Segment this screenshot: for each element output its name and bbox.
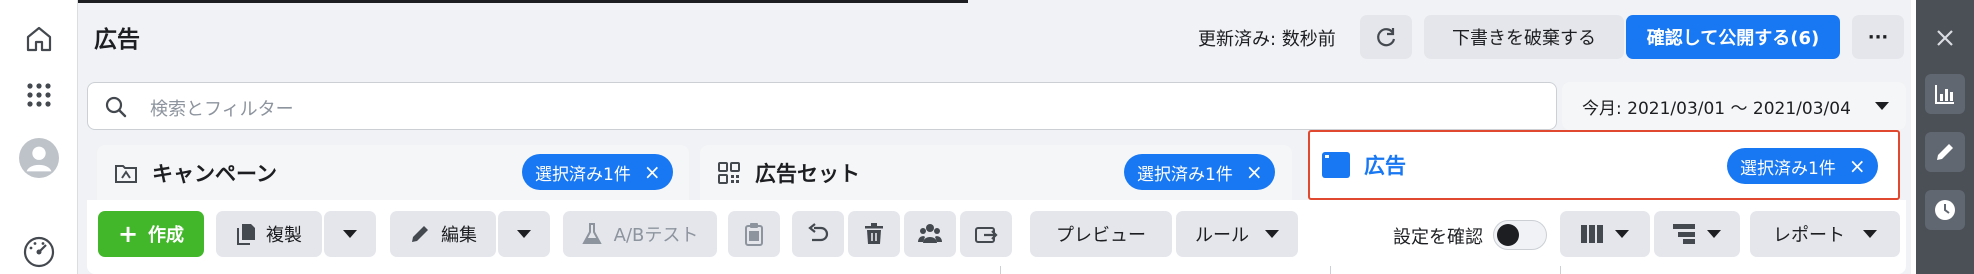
- create-label: 作成: [148, 225, 185, 246]
- chevron-down-icon: [1707, 230, 1721, 238]
- edit-dropdown-button[interactable]: [498, 211, 550, 257]
- share-export-icon: [975, 227, 998, 243]
- selection-badge[interactable]: 選択済み1件 ×: [1727, 148, 1878, 184]
- tab-label: 広告セット: [755, 161, 860, 186]
- review-and-publish-button[interactable]: 確認して公開する(6): [1626, 15, 1840, 59]
- selection-badge[interactable]: 選択済み1件 ×: [522, 154, 673, 190]
- duplicate-dropdown-button[interactable]: [324, 211, 376, 257]
- breakdown-icon: [1673, 224, 1695, 244]
- tab-campaigns[interactable]: キャンペーン 選択済み1件 ×: [97, 145, 689, 200]
- tab-label: 広告: [1364, 154, 1406, 178]
- paste-button[interactable]: [728, 211, 780, 257]
- ab-test-label: A/Bテスト: [613, 225, 699, 246]
- plus-icon: +: [117, 220, 139, 248]
- reports-button[interactable]: レポート: [1750, 211, 1900, 257]
- create-button[interactable]: + 作成: [98, 211, 204, 257]
- edit-button[interactable]: 編集: [390, 211, 496, 257]
- delete-button[interactable]: [848, 211, 900, 257]
- beaker-icon: [581, 223, 602, 244]
- duplicate-button[interactable]: 複製: [216, 211, 322, 257]
- trash-icon: [865, 223, 883, 244]
- dashboard-gauge-icon[interactable]: [19, 232, 59, 272]
- selection-badge[interactable]: 選択済み1件 ×: [1124, 154, 1275, 190]
- search-input[interactable]: 検索とフィルター: [150, 95, 294, 121]
- undo-icon: [808, 223, 829, 242]
- chevron-down-icon: [1265, 230, 1279, 238]
- badge-label: 選択済み1件: [1137, 164, 1233, 185]
- ab-test-button[interactable]: A/Bテスト: [563, 211, 717, 257]
- clipboard-icon: [745, 223, 763, 246]
- top-border: [78, 0, 968, 3]
- chevron-down-icon: [1874, 102, 1889, 110]
- duplicate-icon: [237, 224, 255, 245]
- columns-button[interactable]: [1560, 211, 1650, 257]
- chevron-down-icon: [517, 230, 531, 238]
- last-updated-status: 更新済み: 数秒前: [1198, 29, 1336, 50]
- campaign-folder-icon: [115, 164, 137, 183]
- bar-chart-icon[interactable]: [1925, 74, 1965, 114]
- apps-grid-icon[interactable]: [19, 75, 59, 115]
- breakdown-button[interactable]: [1654, 211, 1740, 257]
- badge-label: 選択済み1件: [535, 164, 631, 185]
- close-icon[interactable]: ×: [1849, 156, 1866, 176]
- right-side-panel: [1916, 0, 1974, 274]
- date-range-picker[interactable]: 今月: 2021/03/01 〜 2021/03/04: [1562, 82, 1906, 130]
- search-bar[interactable]: 検索とフィルター: [87, 82, 1557, 130]
- table-column-divider: [1000, 266, 1001, 274]
- refresh-button[interactable]: [1360, 15, 1412, 59]
- close-icon[interactable]: [1925, 18, 1965, 58]
- home-icon[interactable]: [19, 19, 59, 59]
- toggle-knob: [1497, 224, 1519, 246]
- close-icon[interactable]: ×: [644, 162, 661, 182]
- edit-label: 編集: [441, 225, 477, 246]
- review-settings-label: 設定を確認: [1393, 227, 1483, 248]
- tab-ad-sets[interactable]: 広告セット 選択済み1件 ×: [700, 145, 1292, 200]
- more-options-button[interactable]: ···: [1852, 15, 1904, 59]
- export-button[interactable]: [960, 211, 1012, 257]
- table-column-divider: [1330, 266, 1331, 274]
- chevron-down-icon: [1863, 230, 1877, 238]
- left-navigation: [0, 0, 78, 274]
- discard-draft-button[interactable]: 下書きを破棄する: [1424, 15, 1624, 59]
- close-icon[interactable]: ×: [1246, 162, 1263, 182]
- ad-window-icon: [1322, 152, 1350, 178]
- preview-button[interactable]: プレビュー: [1030, 211, 1172, 257]
- tab-ads[interactable]: 広告 選択済み1件 ×: [1308, 130, 1900, 200]
- review-settings-toggle[interactable]: [1493, 220, 1547, 250]
- refresh-icon: [1377, 28, 1396, 47]
- reports-label: レポート: [1773, 225, 1845, 246]
- ad-set-grid-icon: [718, 161, 740, 184]
- tab-label: キャンペーン: [152, 161, 277, 186]
- date-range-label: 今月: 2021/03/01 〜 2021/03/04: [1582, 98, 1851, 119]
- undo-button[interactable]: [792, 211, 844, 257]
- avatar[interactable]: [19, 138, 59, 178]
- badge-label: 選択済み1件: [1740, 158, 1836, 179]
- search-icon: [105, 96, 127, 118]
- duplicate-label: 複製: [266, 225, 302, 246]
- rules-label: ルール: [1195, 225, 1249, 246]
- people-icon: [918, 224, 942, 243]
- pencil-icon: [412, 226, 428, 242]
- audience-button[interactable]: [904, 211, 956, 257]
- rules-button[interactable]: ルール: [1176, 211, 1298, 257]
- chevron-down-icon: [343, 230, 357, 238]
- page-title: 広告: [94, 27, 140, 53]
- table-column-divider: [1560, 266, 1561, 274]
- chevron-down-icon: [1615, 230, 1629, 238]
- clock-icon[interactable]: [1925, 190, 1965, 230]
- columns-icon: [1581, 225, 1603, 243]
- pencil-icon[interactable]: [1925, 132, 1965, 172]
